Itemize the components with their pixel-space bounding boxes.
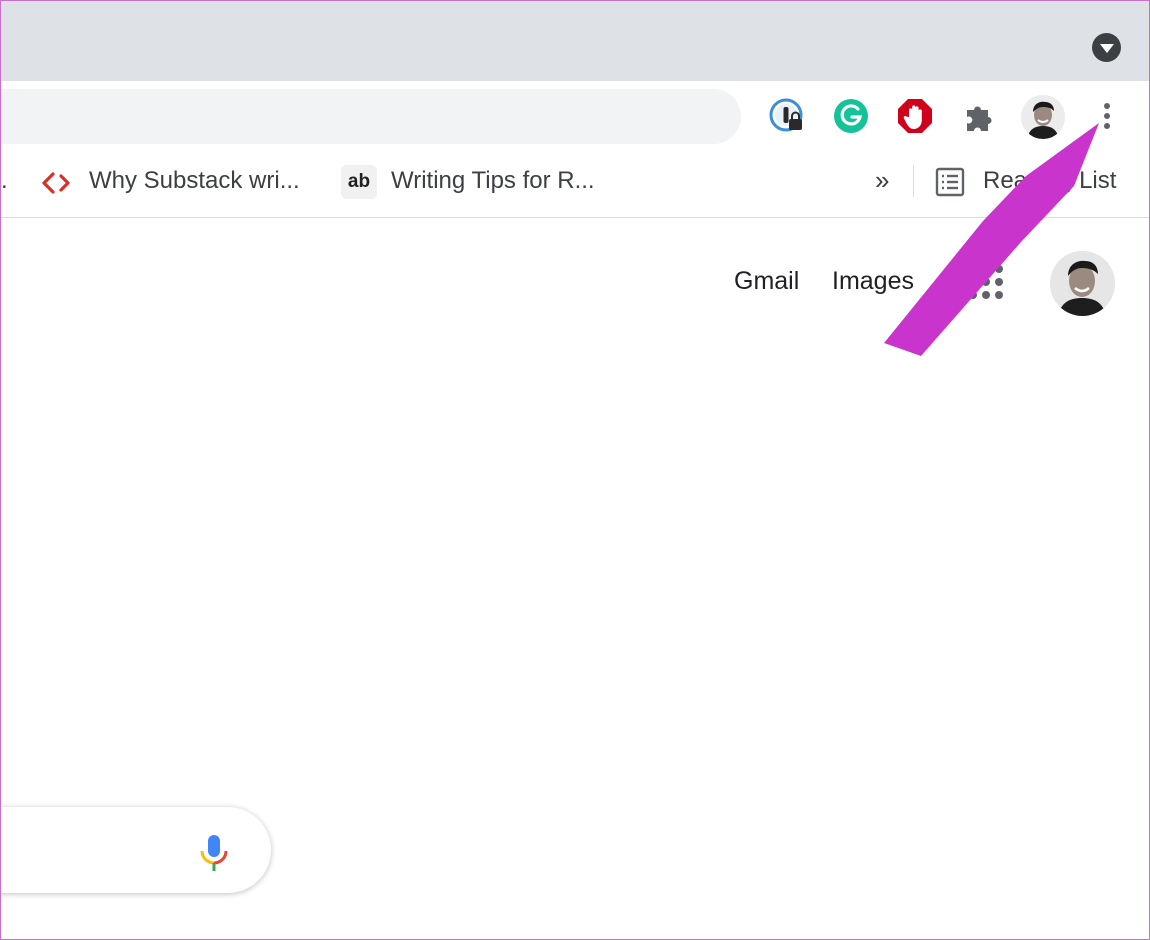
bookmark-truncated[interactable]: .	[1, 167, 8, 195]
reading-list-icon	[933, 165, 967, 204]
code-brackets-icon	[41, 167, 73, 204]
bookmark-why-substack[interactable]: Why Substack wri...	[41, 151, 321, 217]
google-apps-icon[interactable]	[969, 265, 1005, 301]
images-link[interactable]: Images	[832, 267, 914, 296]
reading-list-label: Reading List	[983, 167, 1117, 194]
ab-icon: ab	[341, 165, 377, 199]
tab-search-icon[interactable]	[1092, 33, 1121, 62]
bookmarks-bar: . Why Substack wri... ab Writing Tips fo…	[1, 151, 1149, 218]
adblock-icon[interactable]	[895, 96, 935, 136]
browser-window: . Why Substack wri... ab Writing Tips fo…	[0, 0, 1150, 940]
reading-list-button[interactable]: Reading List	[933, 151, 1143, 217]
gmail-link[interactable]: Gmail	[734, 267, 799, 296]
google-account-avatar[interactable]	[1050, 251, 1115, 316]
grammarly-icon[interactable]	[831, 96, 871, 136]
bookmark-label: Writing Tips for R...	[391, 167, 595, 194]
bookmark-writing-tips[interactable]: ab Writing Tips for R...	[341, 151, 621, 217]
profile-avatar-button[interactable]	[1021, 95, 1065, 139]
bookmark-label: Why Substack wri...	[89, 167, 300, 194]
bookmarks-overflow-button[interactable]: »	[875, 165, 889, 196]
1password-icon[interactable]	[767, 96, 807, 136]
voice-search-icon[interactable]	[197, 833, 231, 873]
extensions-puzzle-icon[interactable]	[959, 96, 999, 136]
bookmarks-divider	[913, 165, 914, 197]
address-bar[interactable]	[1, 89, 741, 144]
kebab-menu-icon[interactable]	[1095, 99, 1119, 133]
tab-strip	[1, 1, 1149, 81]
browser-toolbar	[1, 81, 1149, 151]
